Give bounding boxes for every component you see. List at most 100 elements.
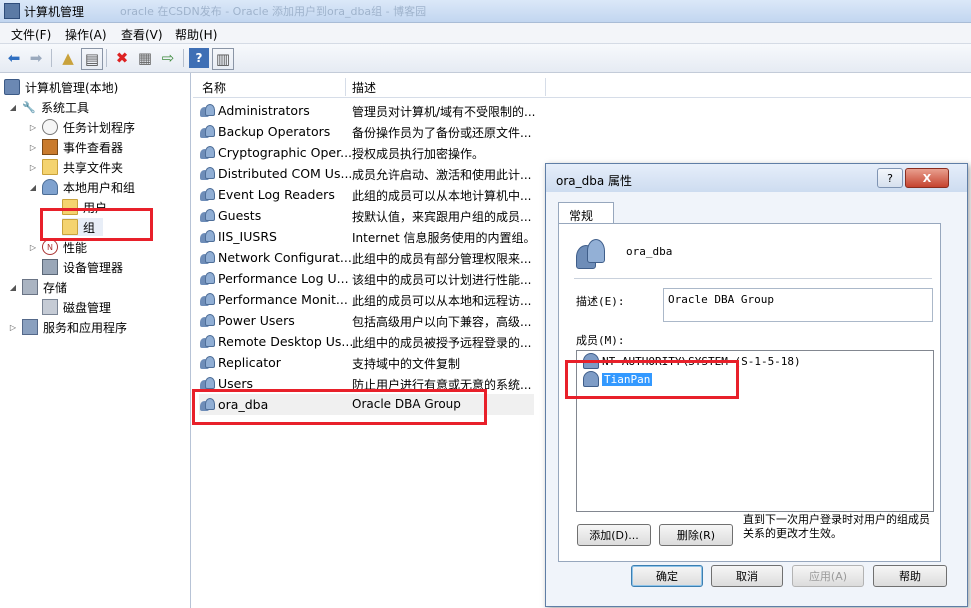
- tools-icon: 🔧: [22, 100, 36, 114]
- group-icon: [199, 103, 215, 118]
- divider: [574, 278, 932, 279]
- column-header-description[interactable]: 描述: [352, 79, 376, 96]
- group-description-cell: 成员允许启动、激活和使用此计...: [352, 168, 532, 182]
- properties-icon[interactable]: ▦: [135, 48, 155, 68]
- column-header-name[interactable]: 名称: [202, 79, 226, 96]
- clock-icon: [42, 119, 58, 135]
- menu-file[interactable]: 文件(F): [11, 26, 51, 43]
- group-icon: [199, 292, 215, 307]
- menu-action[interactable]: 操作(A): [65, 26, 107, 43]
- tree-item-computer-management[interactable]: 计算机管理(本地): [4, 78, 118, 96]
- show-hide-tree-icon[interactable]: ▤: [81, 48, 103, 70]
- action-pane-icon[interactable]: ▥: [212, 48, 234, 70]
- event-viewer-icon: [42, 139, 58, 155]
- members-label: 成员(M):: [576, 334, 625, 347]
- group-icon: [199, 166, 215, 181]
- computer-management-icon: [4, 3, 20, 19]
- group-description-cell: 此组的成员可以从本地计算机中...: [352, 189, 532, 203]
- tree-item-storage[interactable]: ◢ 存储: [8, 278, 67, 296]
- up-folder-icon[interactable]: ▲: [58, 48, 78, 68]
- group-icon: [576, 239, 606, 269]
- storage-icon: [22, 279, 38, 295]
- dialog-titlebar: ora_dba 属性 ? X: [546, 164, 967, 192]
- navigation-tree: 计算机管理(本地) ◢ 🔧 系统工具 ▷ 任务计划程序 ▷ 事件查看器 ▷ 共享…: [0, 73, 191, 608]
- group-name: ora_dba: [626, 245, 673, 258]
- group-name-cell: Performance Log U...: [218, 271, 349, 286]
- group-description-cell: 支持域中的文件复制: [352, 357, 461, 371]
- dialog-help-button[interactable]: ?: [877, 168, 903, 188]
- help-button[interactable]: 帮助: [873, 565, 947, 587]
- group-icon: [199, 229, 215, 244]
- highlight-member-tianpan: [565, 360, 739, 399]
- highlight-ora-dba-row: [192, 389, 487, 425]
- group-name-cell: Cryptographic Oper...: [218, 145, 353, 160]
- window-titlebar: 计算机管理 oracle 在CSDN发布 - Oracle 添加用户到ora_d…: [0, 0, 971, 23]
- toolbar: ⬅ ➡ ▲ ▤ ✖ ▦ ⇨ ? ▥: [0, 44, 971, 73]
- tree-item-event-viewer[interactable]: ▷ 事件查看器: [28, 138, 123, 156]
- help-icon[interactable]: ?: [189, 48, 209, 68]
- delete-icon[interactable]: ✖: [112, 48, 132, 68]
- group-icon: [199, 250, 215, 265]
- group-description-cell: 此组中的成员被授予远程登录的...: [352, 336, 532, 350]
- tab-general[interactable]: 常规: [558, 202, 614, 225]
- disk-icon: [42, 299, 58, 315]
- collapsed-arrow-icon[interactable]: ▷: [28, 143, 38, 152]
- back-arrow-icon[interactable]: ⬅: [4, 48, 24, 68]
- tree-item-device-manager[interactable]: 设备管理器: [42, 258, 123, 276]
- group-description-cell: 管理员对计算机/域有不受限制的...: [352, 105, 536, 119]
- group-icon: [199, 334, 215, 349]
- description-label: 描述(E):: [576, 295, 625, 308]
- group-name-cell: IIS_IUSRS: [218, 229, 277, 244]
- ok-button[interactable]: 确定: [631, 565, 703, 587]
- tree-item-system-tools[interactable]: ◢ 🔧 系统工具: [8, 98, 89, 116]
- expanded-arrow-icon[interactable]: ◢: [28, 183, 38, 192]
- collapsed-arrow-icon[interactable]: ▷: [28, 243, 38, 252]
- group-name-cell: Replicator: [218, 355, 281, 370]
- shared-folder-icon: [42, 159, 58, 175]
- group-description-cell: Internet 信息服务使用的内置组。: [352, 231, 536, 245]
- group-name-cell: Administrators: [218, 103, 310, 118]
- group-description-cell: 备份操作员为了备份或还原文件...: [352, 126, 532, 140]
- forward-arrow-icon[interactable]: ➡: [26, 48, 46, 68]
- group-description-cell: 此组中的成员有部分管理权限来...: [352, 252, 532, 266]
- export-icon[interactable]: ⇨: [158, 48, 178, 68]
- tree-item-disk-management[interactable]: 磁盘管理: [42, 298, 111, 316]
- membership-note: 直到下一次用户登录时对用户的组成员关系的更改才生效。: [743, 513, 930, 540]
- cancel-button[interactable]: 取消: [711, 565, 783, 587]
- apply-button[interactable]: 应用(A): [792, 565, 864, 587]
- group-icon: [199, 313, 215, 328]
- group-description-cell: 该组中的成员可以计划进行性能...: [352, 273, 532, 287]
- group-name-cell: Network Configurat...: [218, 250, 352, 265]
- menu-bar: 文件(F) 操作(A) 查看(V) 帮助(H): [0, 23, 971, 44]
- tree-item-shared-folders[interactable]: ▷ 共享文件夹: [28, 158, 123, 176]
- collapsed-arrow-icon[interactable]: ▷: [28, 163, 38, 172]
- menu-view[interactable]: 查看(V): [121, 26, 163, 43]
- group-description-cell: 此组的成员可以从本地和远程访...: [352, 294, 532, 308]
- group-name-cell: Guests: [218, 208, 262, 223]
- group-name-cell: Backup Operators: [218, 124, 331, 139]
- tree-item-task-scheduler[interactable]: ▷ 任务计划程序: [28, 118, 135, 136]
- group-name-cell: Distributed COM Us...: [218, 166, 353, 181]
- services-icon: [22, 319, 38, 335]
- group-icon: [199, 355, 215, 370]
- tree-item-services-apps[interactable]: ▷ 服务和应用程序: [8, 318, 127, 336]
- tree-item-local-users-groups[interactable]: ◢ 本地用户和组: [28, 178, 135, 196]
- remove-member-button[interactable]: 删除(R): [659, 524, 733, 546]
- group-name-cell: Event Log Readers: [218, 187, 335, 202]
- group-icon: [199, 271, 215, 286]
- group-name-cell: Power Users: [218, 313, 295, 328]
- expanded-arrow-icon[interactable]: ◢: [8, 283, 18, 292]
- menu-help[interactable]: 帮助(H): [175, 26, 217, 43]
- group-icon: [199, 145, 215, 160]
- highlight-groups-node: [40, 208, 153, 241]
- collapsed-arrow-icon[interactable]: ▷: [28, 123, 38, 132]
- description-field[interactable]: Oracle DBA Group: [663, 288, 933, 322]
- performance-icon: N: [42, 239, 58, 255]
- background-window-title: oracle 在CSDN发布 - Oracle 添加用户到ora_dba组 - …: [120, 5, 427, 18]
- add-member-button[interactable]: 添加(D)...: [577, 524, 651, 546]
- dialog-close-button[interactable]: X: [905, 168, 949, 188]
- group-icon: [199, 124, 215, 139]
- collapsed-arrow-icon[interactable]: ▷: [8, 323, 18, 332]
- device-manager-icon: [42, 259, 58, 275]
- expanded-arrow-icon[interactable]: ◢: [8, 103, 18, 112]
